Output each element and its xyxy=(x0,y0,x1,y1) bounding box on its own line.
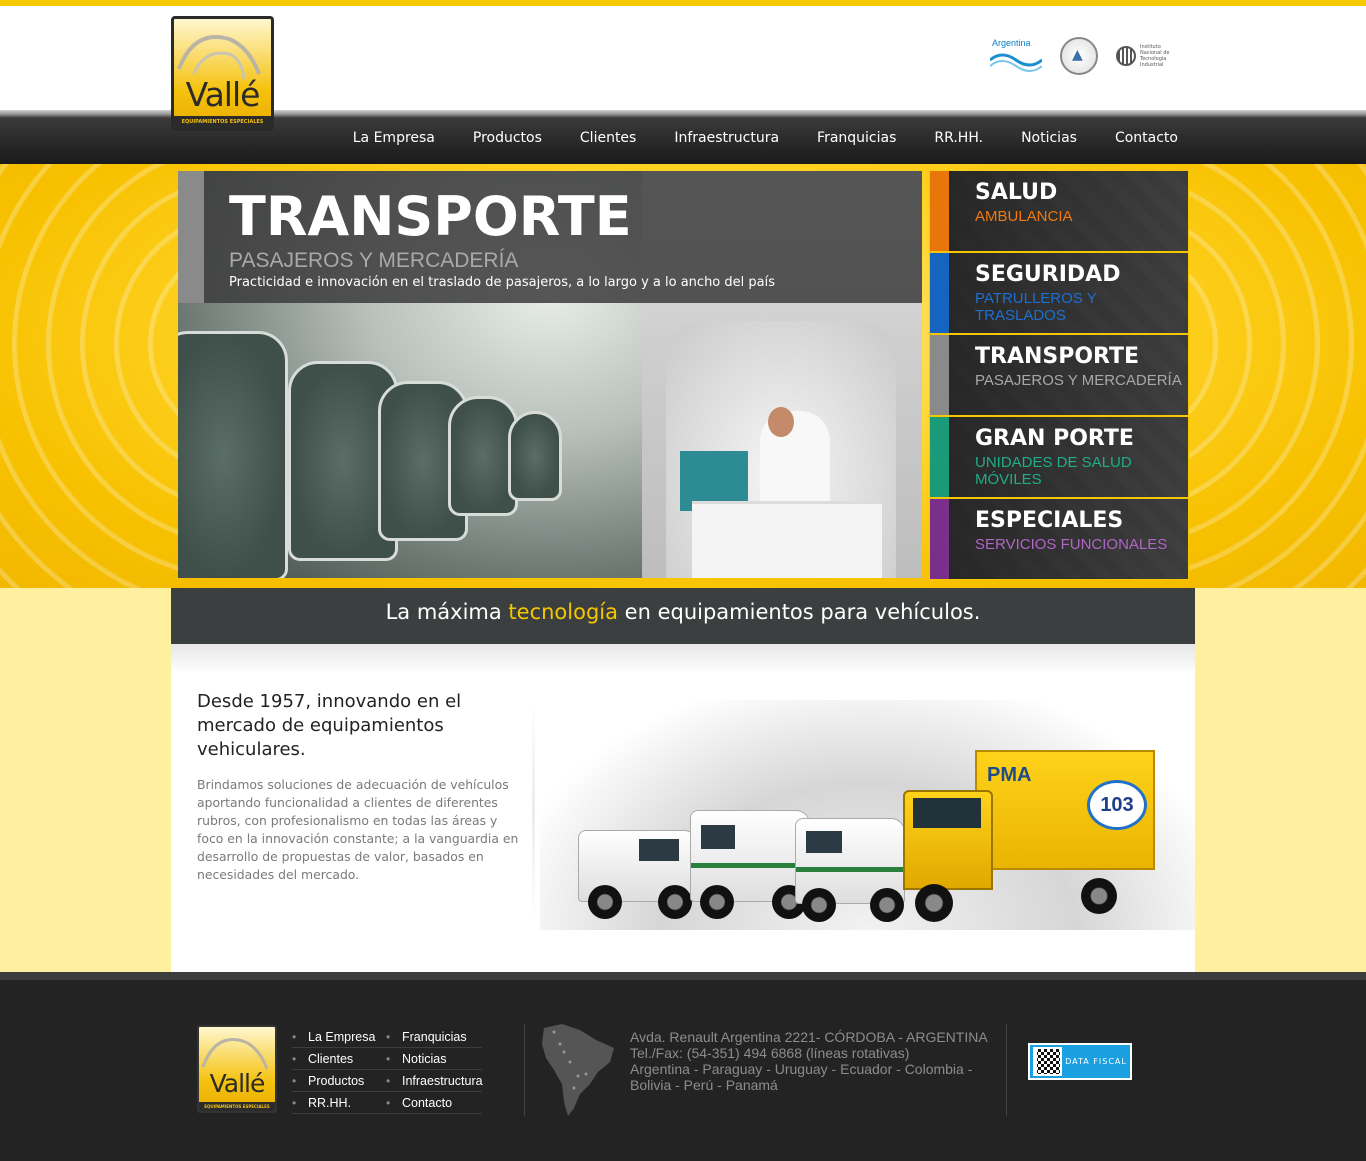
nav-contacto[interactable]: Contacto xyxy=(1096,130,1178,146)
about-body: Brindamos soluciones de adecuación de ve… xyxy=(197,777,519,882)
footer-top-border xyxy=(0,972,1366,980)
fleet-photo: PMA 103 xyxy=(540,680,1195,950)
wheel xyxy=(700,885,734,919)
main-nav: La Empresa Productos Clientes Infraestru… xyxy=(334,130,1178,146)
nav-la-empresa[interactable]: La Empresa xyxy=(334,130,454,146)
ambulance-stripe xyxy=(796,867,906,872)
footer-phone: Tel./Fax: (54-351) 494 6868 (líneas rota… xyxy=(630,1045,910,1061)
nav-infraestructura[interactable]: Infraestructura xyxy=(655,130,798,146)
inti-emblem-icon xyxy=(1116,46,1136,66)
category-gran-porte[interactable]: GRAN PORTE UNIDADES DE SALUD MÓVILES xyxy=(930,417,1188,497)
pma-truck: PMA 103 xyxy=(895,750,1155,922)
footer-link-clientes[interactable]: Clientes xyxy=(292,1048,386,1070)
slide-caption: TRANSPORTE PASAJEROS Y MERCADERÍA Practi… xyxy=(178,171,922,303)
worker-head xyxy=(768,407,794,437)
tagline-after: en equipamientos para vehículos. xyxy=(618,600,981,624)
category-seguridad[interactable]: SEGURIDAD PATRULLEROS Y TRASLADOS xyxy=(930,253,1188,333)
nav-rrhh[interactable]: RR.HH. xyxy=(915,130,1002,146)
about-heading: Desde 1957, innovando en el mercado de e… xyxy=(197,691,462,760)
tagline-highlight: tecnología xyxy=(508,600,618,624)
footer-link-contacto[interactable]: Contacto xyxy=(386,1092,482,1114)
cargo-container xyxy=(692,501,882,578)
hero-slide[interactable]: TRANSPORTE PASAJEROS Y MERCADERÍA Practi… xyxy=(178,171,922,578)
category-title: ESPECIALES xyxy=(975,508,1124,533)
logo-subtitle: EQUIPAMIENTOS ESPECIALES xyxy=(174,116,271,128)
category-transporte[interactable]: TRANSPORTE PASAJEROS Y MERCADERÍA xyxy=(930,335,1188,415)
tagline: La máxima tecnología en equipamientos pa… xyxy=(171,600,1195,624)
category-subtitle: UNIDADES DE SALUD MÓVILES xyxy=(975,454,1132,488)
argentina-wave-icon xyxy=(990,53,1042,72)
footer-link-rrhh[interactable]: RR.HH. xyxy=(292,1092,386,1114)
footer-link-productos[interactable]: Productos xyxy=(292,1070,386,1092)
category-stripe xyxy=(930,171,949,251)
category-subtitle: AMBULANCIA xyxy=(975,208,1073,225)
category-salud[interactable]: SALUD AMBULANCIA xyxy=(930,171,1188,251)
category-menu: SALUD AMBULANCIA SEGURIDAD PATRULLEROS Y… xyxy=(929,171,1189,580)
vehicle-window xyxy=(806,831,842,853)
footer-link-noticias[interactable]: Noticias xyxy=(386,1048,482,1070)
truck-windshield xyxy=(913,798,981,828)
tagline-before: La máxima xyxy=(385,600,509,624)
footer-logo-text: Vallé xyxy=(209,1069,266,1098)
footer-address-block: Avda. Renault Argentina 2221- CÓRDOBA - … xyxy=(630,1029,1000,1093)
logo-text: Vallé xyxy=(185,75,261,114)
nav-productos[interactable]: Productos xyxy=(454,130,561,146)
category-subtitle: PATRULLEROS Y TRASLADOS xyxy=(975,290,1097,324)
qr-code-icon xyxy=(1033,1047,1062,1076)
category-stripe xyxy=(930,499,949,579)
footer-link-franquicias[interactable]: Franquicias xyxy=(386,1026,482,1048)
category-especiales[interactable]: ESPECIALES SERVICIOS FUNCIONALES xyxy=(930,499,1188,579)
category-stripe xyxy=(930,417,949,497)
category-title: GRAN PORTE xyxy=(975,426,1134,451)
data-fiscal-label: DATA FISCAL xyxy=(1065,1056,1127,1066)
slide-title: TRANSPORTE xyxy=(229,185,632,248)
wheel xyxy=(802,888,836,922)
wheel xyxy=(588,885,622,919)
wheel xyxy=(915,884,953,922)
content-divider xyxy=(532,700,535,920)
wheel xyxy=(1081,878,1117,914)
category-subtitle: SERVICIOS FUNCIONALES xyxy=(975,536,1168,553)
caption-accent-bar xyxy=(178,171,204,303)
footer-links: La Empresa Franquicias Clientes Noticias… xyxy=(292,1026,483,1114)
site-logo[interactable]: Vallé EQUIPAMIENTOS ESPECIALES xyxy=(171,16,274,131)
footer-divider xyxy=(524,1024,525,1116)
vehicle-window xyxy=(701,825,735,849)
iram-seal-icon xyxy=(1060,37,1098,75)
category-stripe xyxy=(930,253,949,333)
bus-seat xyxy=(508,411,562,501)
inti-logo: Instituto Nacional de Tecnología Industr… xyxy=(1116,44,1172,68)
ambulance-stripe xyxy=(691,863,811,868)
footer-countries: Argentina - Paraguay - Uruguay - Ecuador… xyxy=(630,1061,973,1093)
category-title: TRANSPORTE xyxy=(975,344,1140,369)
certifications: Argentina Instituto Nacional de Tecnolog… xyxy=(990,36,1172,76)
category-title: SALUD xyxy=(975,180,1058,205)
slide-description: Practicidad e innovación en el traslado … xyxy=(229,275,775,290)
footer-link-infraestructura[interactable]: Infraestructura xyxy=(386,1070,483,1092)
nav-clientes[interactable]: Clientes xyxy=(561,130,655,146)
category-stripe xyxy=(930,335,949,415)
slide-subtitle: PASAJEROS Y MERCADERÍA xyxy=(229,249,519,272)
footer-address: Avda. Renault Argentina 2221- CÓRDOBA - … xyxy=(630,1029,988,1045)
vehicle-window xyxy=(639,839,679,861)
category-subtitle: PASAJEROS Y MERCADERÍA xyxy=(975,372,1182,389)
nav-noticias[interactable]: Noticias xyxy=(1002,130,1096,146)
bus-seat xyxy=(178,331,288,578)
argentina-label: Argentina xyxy=(992,38,1031,48)
data-fiscal-badge[interactable]: DATA FISCAL xyxy=(1028,1043,1132,1080)
footer-logo[interactable]: Vallé EQUIPAMIENTOS ESPECIALES xyxy=(197,1025,277,1113)
footer-link-la-empresa[interactable]: La Empresa xyxy=(292,1026,386,1048)
nav-franquicias[interactable]: Franquicias xyxy=(798,130,915,146)
wheel xyxy=(658,885,692,919)
truck-label: PMA xyxy=(987,764,1032,786)
inti-label: Instituto Nacional de Tecnología Industr… xyxy=(1140,44,1170,68)
argentina-brand-logo: Argentina xyxy=(990,38,1042,74)
footer-divider xyxy=(1006,1024,1007,1116)
south-america-map-icon xyxy=(542,1024,614,1116)
footer-logo-subtitle: EQUIPAMIENTOS ESPECIALES xyxy=(199,1102,275,1111)
truck-number: 103 xyxy=(1087,780,1147,830)
category-title: SEGURIDAD xyxy=(975,262,1121,287)
